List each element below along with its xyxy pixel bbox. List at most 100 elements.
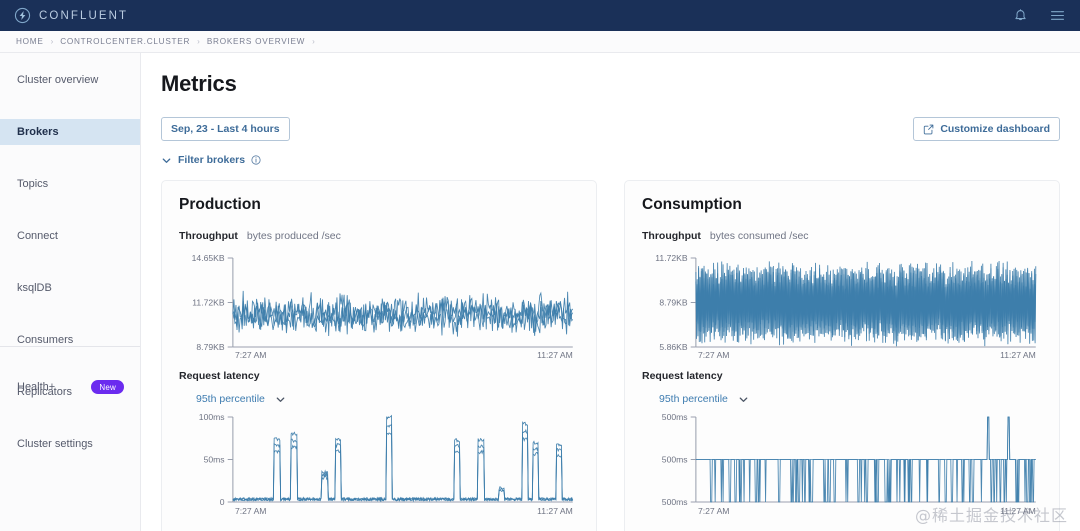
chart-consumption-throughput[interactable]: 11.72KB 8.79KB 5.86KB 7:27 AM 11:27 AM	[642, 248, 1042, 360]
panel-consumption: Consumption Throughput bytes consumed /s…	[624, 180, 1060, 531]
ytick-label: 11.72KB	[655, 253, 688, 263]
chart-production-throughput[interactable]: 14.65KB 11.72KB 8.79KB 7:27 AM 11:27 AM	[179, 248, 579, 360]
app-root: CONFLUENT HOME › CONTROLCENTER.CLUSTER ›…	[0, 0, 1080, 531]
ytick-label: 8.79KB	[659, 298, 688, 308]
breadcrumb-item-brokers-overview[interactable]: BROKERS OVERVIEW	[207, 37, 305, 46]
breadcrumb-separator: ›	[197, 37, 200, 46]
health-plus-label: Health+	[17, 381, 56, 393]
metric-name: Throughput	[642, 230, 701, 242]
series-lines	[695, 261, 1037, 347]
production-latency-header: Request latency	[179, 370, 579, 382]
breadcrumb-item-cluster[interactable]: CONTROLCENTER.CLUSTER	[60, 37, 190, 46]
filter-brokers-toggle[interactable]: Filter brokers	[161, 154, 290, 166]
hamburger-menu-icon[interactable]	[1049, 7, 1066, 24]
sidebar-navigation: Cluster overview Brokers Topics Connect …	[0, 53, 141, 531]
xtick-label: 7:27 AM	[235, 506, 267, 516]
ytick-label: 8.79KB	[196, 342, 225, 352]
customize-dashboard-button[interactable]: Customize dashboard	[913, 117, 1060, 141]
sidebar-item-ksqldb[interactable]: ksqlDB	[0, 275, 140, 301]
sidebar-item-label: Cluster overview	[17, 74, 99, 86]
date-range-label: Sep, 23 - Last 4 hours	[171, 123, 280, 135]
info-circle-icon[interactable]	[251, 155, 261, 165]
page-title: Metrics	[161, 71, 237, 96]
sidebar-item-cluster-settings[interactable]: Cluster settings	[0, 431, 140, 457]
sidebar-item-label: ksqlDB	[17, 282, 52, 294]
left-controls: Sep, 23 - Last 4 hours Filter brokers	[161, 117, 290, 166]
bell-icon[interactable]	[1012, 7, 1029, 24]
chart-consumption-latency[interactable]: 500ms 500ms 500ms 7:27 AM 11:27 AM	[642, 409, 1042, 519]
xtick-label: 11:27 AM	[1000, 350, 1036, 360]
sidebar-item-label: Connect	[17, 230, 58, 242]
panel-production: Production Throughput bytes produced /se…	[161, 180, 597, 531]
sidebar-item-brokers[interactable]: Brokers	[0, 119, 140, 145]
ytick-label: 500ms	[662, 497, 688, 507]
y-axis: 100ms 50ms 0	[199, 412, 234, 507]
chart-production-latency[interactable]: 100ms 50ms 0 7:27 AM 11:27 AM	[179, 409, 579, 519]
sidebar-item-label: Brokers	[17, 126, 59, 138]
metric-name: Throughput	[179, 230, 238, 242]
ytick-label: 500ms	[662, 455, 688, 465]
production-throughput-plot: 14.65KB 11.72KB 8.79KB 7:27 AM 11:27 AM	[192, 253, 574, 360]
xtick-label: 11:27 AM	[537, 506, 573, 516]
customize-dashboard-label: Customize dashboard	[940, 123, 1050, 135]
brand-name: CONFLUENT	[39, 9, 129, 22]
xtick-label: 11:27 AM	[1000, 506, 1036, 516]
confluent-bolt-icon	[14, 7, 31, 24]
ytick-label: 500ms	[662, 412, 688, 422]
sidebar-item-consumers[interactable]: Consumers	[0, 327, 140, 353]
percentile-label: 95th percentile	[659, 393, 728, 405]
breadcrumb-separator: ›	[312, 37, 315, 46]
brand-logo[interactable]: CONFLUENT	[14, 7, 128, 24]
production-throughput-header: Throughput bytes produced /sec	[179, 230, 579, 242]
top-bar-actions	[1012, 7, 1066, 24]
series-lines	[232, 290, 574, 337]
xtick-label: 7:27 AM	[698, 506, 730, 516]
panel-title: Consumption	[642, 196, 742, 213]
date-range-button[interactable]: Sep, 23 - Last 4 hours	[161, 117, 290, 141]
metric-name: Request latency	[642, 370, 723, 382]
external-edit-icon	[924, 124, 934, 134]
production-percentile-selector[interactable]: 95th percentile	[196, 393, 579, 405]
sidebar-item-label: Consumers	[17, 334, 74, 346]
sidebar-item-label: Topics	[17, 178, 49, 190]
sidebar-item-health-plus[interactable]: Health+ New	[0, 380, 140, 394]
metrics-panels: Production Throughput bytes produced /se…	[161, 180, 1060, 531]
series-lines	[232, 414, 574, 503]
y-axis: 500ms 500ms 500ms	[662, 412, 697, 507]
percentile-label: 95th percentile	[196, 393, 265, 405]
sidebar-divider	[0, 346, 140, 347]
series-lines	[695, 416, 1036, 503]
breadcrumb: HOME › CONTROLCENTER.CLUSTER › BROKERS O…	[0, 31, 1080, 53]
ytick-label: 0	[220, 497, 225, 507]
metric-unit: bytes consumed /sec	[709, 230, 809, 242]
ytick-label: 14.65KB	[192, 253, 225, 263]
production-latency-plot: 100ms 50ms 0 7:27 AM 11:27 AM	[199, 412, 574, 516]
new-badge: New	[91, 380, 124, 394]
consumption-throughput-plot: 11.72KB 8.79KB 5.86KB 7:27 AM 11:27 AM	[655, 253, 1037, 360]
sidebar-item-connect[interactable]: Connect	[0, 223, 140, 249]
consumption-throughput-header: Throughput bytes consumed /sec	[642, 230, 1042, 242]
xtick-label: 7:27 AM	[698, 350, 730, 360]
metric-name: Request latency	[179, 370, 260, 382]
sidebar-item-topics[interactable]: Topics	[0, 171, 140, 197]
y-axis: 11.72KB 8.79KB 5.86KB	[655, 253, 697, 352]
ytick-label: 100ms	[199, 412, 225, 422]
sidebar-item-cluster-overview[interactable]: Cluster overview	[0, 67, 140, 93]
breadcrumb-item-home[interactable]: HOME	[16, 37, 44, 46]
metric-unit: bytes produced /sec	[246, 230, 341, 242]
ytick-label: 11.72KB	[192, 298, 225, 308]
main-content: Metrics Sep, 23 - Last 4 hours Filter br…	[141, 53, 1080, 531]
consumption-latency-header: Request latency	[642, 370, 1042, 382]
consumption-percentile-selector[interactable]: 95th percentile	[659, 393, 1042, 405]
ytick-label: 5.86KB	[659, 342, 688, 352]
filter-brokers-label: Filter brokers	[178, 154, 246, 166]
xtick-label: 7:27 AM	[235, 350, 267, 360]
xtick-label: 11:27 AM	[537, 350, 573, 360]
y-axis: 14.65KB 11.72KB 8.79KB	[192, 253, 234, 352]
